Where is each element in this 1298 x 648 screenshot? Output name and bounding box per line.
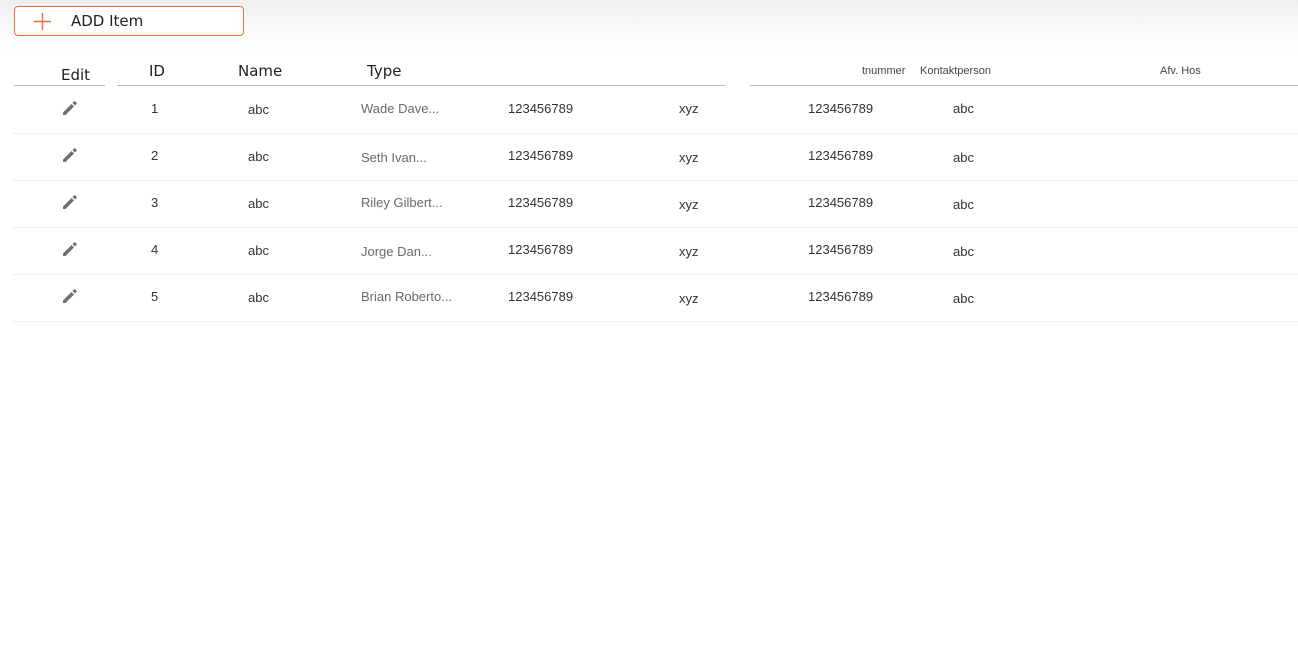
cell-contact: abc — [953, 150, 974, 165]
pencil-icon[interactable] — [61, 287, 79, 305]
header-afv-hos[interactable]: Afv. Hos — [1160, 65, 1201, 77]
table-row: 5 abc Brian Roberto... 123456789 xyz 12345678… — [13, 274, 1298, 322]
pencil-icon[interactable] — [61, 193, 79, 211]
cell-code: xyz — [679, 150, 699, 165]
cell-number: 123456789 — [508, 101, 574, 116]
add-item-label: ADD Item — [71, 12, 144, 30]
cell-contact: abc — [953, 101, 974, 116]
table-row: 1 abc Wade Dave... 123456789 xyz 123456789 abc — [13, 86, 1298, 134]
cell-id: 1 — [151, 101, 159, 116]
cell-contact: abc — [953, 244, 974, 259]
cell-code: xyz — [679, 291, 699, 306]
cell-number-2: 123456789 — [808, 195, 874, 210]
pencil-icon[interactable] — [61, 99, 79, 117]
cell-id: 5 — [151, 289, 159, 304]
table-row: 3 abc Riley Gilbert... 123456789 xyz 12345678… — [13, 180, 1298, 228]
cell-number-2: 123456789 — [808, 148, 874, 163]
cell-type: Seth Ivan... — [361, 150, 427, 165]
cell-code: xyz — [679, 197, 699, 212]
plus-icon — [34, 13, 51, 30]
pencil-icon[interactable] — [61, 146, 79, 164]
cell-type: Jorge Dan... — [361, 244, 432, 259]
cell-number: 123456789 — [508, 242, 574, 257]
cell-code: xyz — [679, 101, 699, 116]
cell-name: abc — [248, 149, 269, 164]
cell-number: 123456789 — [508, 195, 574, 210]
cell-contact: abc — [953, 291, 974, 306]
cell-name: abc — [248, 243, 269, 258]
header-edit[interactable]: Edit — [61, 66, 90, 84]
cell-number-2: 123456789 — [808, 289, 874, 304]
cell-id: 2 — [151, 148, 159, 163]
cell-number-2: 123456789 — [808, 101, 874, 116]
header-type[interactable]: Type — [367, 62, 401, 80]
cell-contact: abc — [953, 197, 974, 212]
header-id[interactable]: ID — [149, 62, 165, 80]
header-name[interactable]: Name — [238, 62, 282, 80]
cell-number-2: 123456789 — [808, 242, 874, 257]
cell-name: abc — [248, 196, 269, 211]
header-kontaktperson[interactable]: Kontaktperson — [920, 65, 991, 77]
table-row: 4 abc Jorge Dan... 123456789 xyz 123456789 abc — [13, 227, 1298, 275]
table-row: 2 abc Seth Ivan... 123456789 xyz 123456789 abc — [13, 133, 1298, 181]
cell-id: 4 — [151, 242, 159, 257]
cell-type: Brian Roberto... — [361, 289, 453, 304]
add-item-button[interactable]: ADD Item — [14, 6, 244, 36]
header-nummer[interactable]: tnummer — [862, 65, 905, 77]
cell-number: 123456789 — [508, 148, 574, 163]
cell-number: 123456789 — [508, 289, 574, 304]
cell-code: xyz — [679, 244, 699, 259]
cell-name: abc — [248, 102, 269, 117]
top-toolbar: ADD Item — [0, 0, 1298, 52]
cell-id: 3 — [151, 195, 159, 210]
cell-name: abc — [248, 290, 269, 305]
pencil-icon[interactable] — [61, 240, 79, 258]
cell-type: Riley Gilbert... — [361, 195, 443, 210]
cell-type: Wade Dave... — [361, 101, 440, 116]
